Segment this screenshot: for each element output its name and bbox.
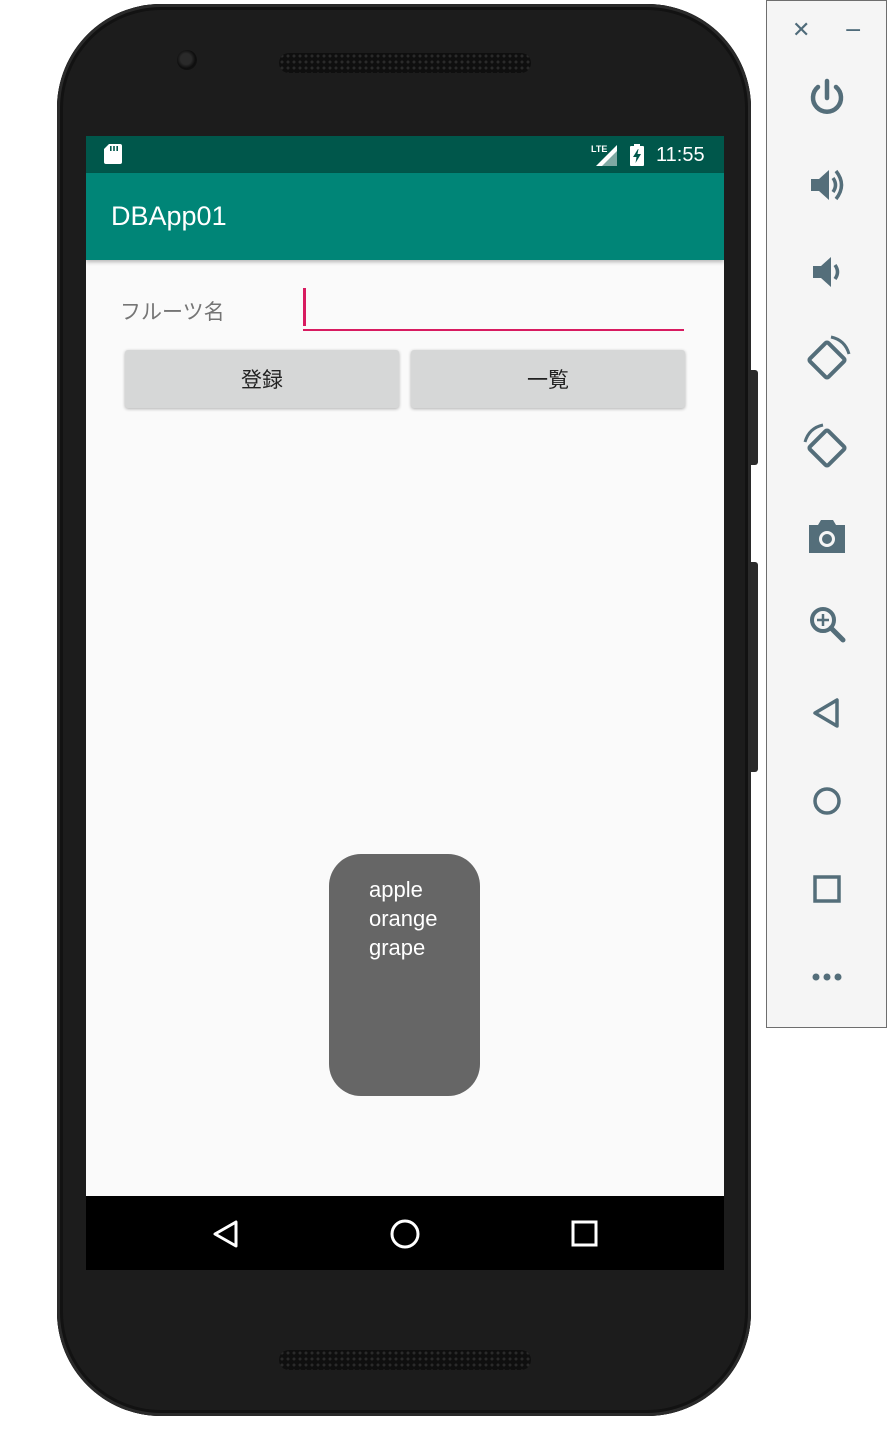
back-icon[interactable] bbox=[801, 687, 853, 739]
emulator-control-panel: ✕ − bbox=[766, 0, 887, 1028]
device-power-key bbox=[751, 370, 758, 465]
rotate-right-icon[interactable] bbox=[801, 422, 853, 474]
fruit-name-input[interactable] bbox=[303, 287, 684, 331]
app-title: DBApp01 bbox=[111, 201, 227, 231]
rotate-left-icon[interactable] bbox=[801, 334, 853, 386]
toast-line-grape: grape bbox=[369, 935, 426, 960]
app-bar: DBApp01 bbox=[86, 173, 724, 260]
more-icon[interactable] bbox=[801, 951, 853, 1003]
home-icon[interactable] bbox=[801, 775, 853, 827]
toast-line-apple: apple bbox=[369, 877, 423, 902]
sd-card-icon bbox=[104, 144, 122, 164]
nav-back-icon[interactable] bbox=[206, 1216, 246, 1252]
svg-text:LTE: LTE bbox=[591, 144, 607, 154]
toast-message: apple orange grape bbox=[329, 854, 480, 1096]
zoom-icon[interactable] bbox=[801, 598, 853, 650]
volume-down-icon[interactable] bbox=[801, 246, 853, 298]
text-cursor bbox=[303, 288, 306, 326]
status-clock: 11:55 bbox=[656, 144, 705, 166]
close-emulator-button[interactable]: ✕ bbox=[792, 19, 810, 43]
navigation-bar bbox=[86, 1196, 724, 1270]
minimize-emulator-button[interactable]: − bbox=[844, 19, 862, 43]
register-button[interactable]: 登録 bbox=[125, 350, 399, 408]
bottom-speaker bbox=[279, 1350, 531, 1370]
top-speaker bbox=[279, 53, 531, 73]
battery-charging-icon bbox=[630, 144, 644, 166]
fruit-name-label: フルーツ名 bbox=[120, 300, 225, 324]
overview-icon[interactable] bbox=[801, 863, 853, 915]
volume-up-icon[interactable] bbox=[801, 159, 853, 211]
toast-line-orange: orange bbox=[369, 906, 438, 931]
lte-signal-icon: LTE bbox=[591, 144, 617, 166]
device-volume-key bbox=[751, 562, 758, 772]
nav-overview-icon[interactable] bbox=[565, 1216, 605, 1252]
camera-icon[interactable] bbox=[801, 510, 853, 562]
power-icon[interactable] bbox=[801, 71, 853, 123]
nav-home-icon[interactable] bbox=[385, 1216, 425, 1252]
list-button[interactable]: 一覧 bbox=[411, 350, 685, 408]
front-camera bbox=[177, 50, 197, 70]
status-bar: LTE 11:55 bbox=[86, 136, 724, 173]
device-screen: LTE 11:55 DBApp01 フルーツ名 登録 一覧 apple oran… bbox=[86, 136, 724, 1270]
